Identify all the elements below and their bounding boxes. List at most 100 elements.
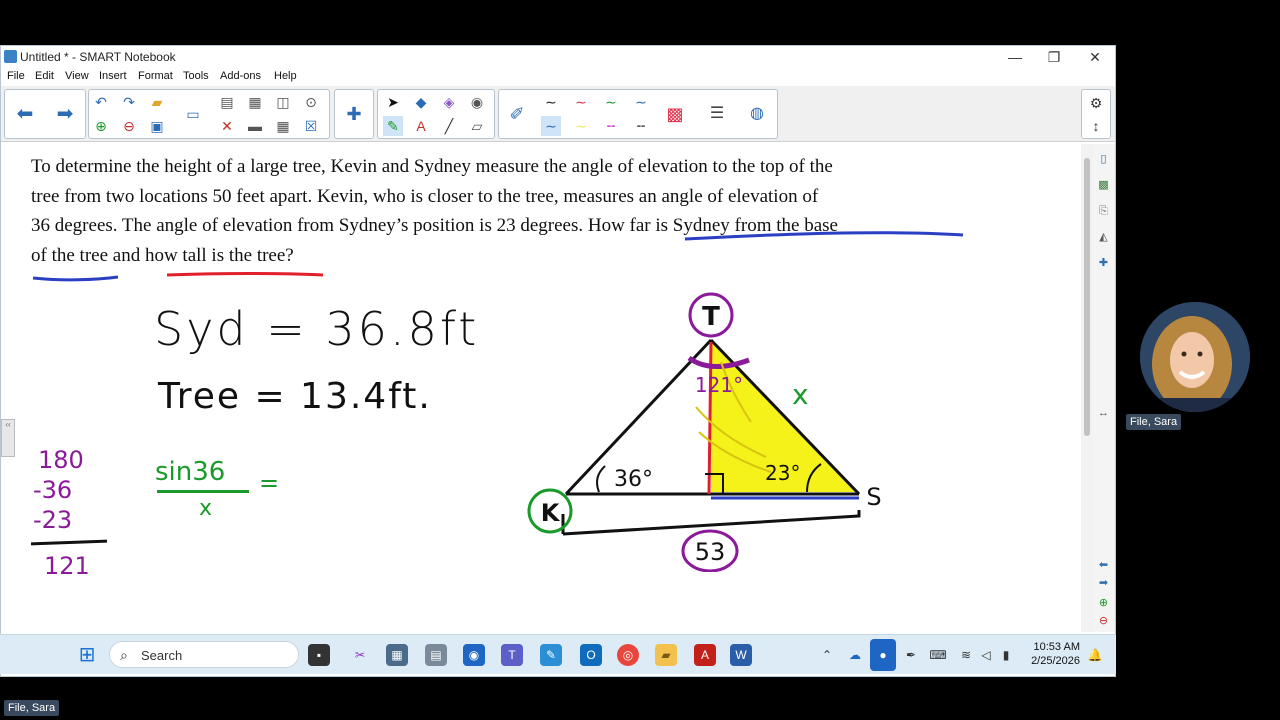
outlook-icon[interactable]: O — [580, 644, 602, 666]
menu-format[interactable]: Format — [138, 70, 173, 82]
menu-view[interactable]: View — [65, 70, 89, 82]
task-view-icon[interactable]: ▪ — [308, 644, 330, 666]
microphone-icon[interactable]: ● — [870, 639, 896, 671]
pen-menu-icon[interactable]: ✒ — [900, 644, 922, 666]
prev-page-icon[interactable]: ⬅ — [1096, 558, 1111, 573]
save-icon[interactable]: ▣ — [147, 116, 167, 136]
windows-start-icon[interactable]: ⊞ — [76, 644, 98, 666]
delete-page-side-icon[interactable]: ⊖ — [1096, 614, 1111, 629]
pen-magenta-icon[interactable]: ╌ — [601, 116, 621, 136]
calc-divider — [30, 539, 108, 546]
undo-icon[interactable]: ↶ — [91, 92, 111, 112]
delete-page-icon[interactable]: ⊖ — [119, 116, 139, 136]
calc-line: -23 — [33, 506, 73, 534]
fraction-bar — [157, 490, 249, 493]
move-toolbar-icon[interactable]: ↕ — [1086, 116, 1106, 136]
menu-edit[interactable]: Edit — [35, 70, 54, 82]
color-palette-icon[interactable]: ▩ — [665, 104, 685, 124]
app-icon-3[interactable]: ◉ — [463, 644, 485, 666]
pen-blue-icon[interactable]: ∼ — [631, 92, 651, 112]
app-icon-2[interactable]: ▤ — [425, 644, 447, 666]
transparency-icon[interactable]: ◍ — [747, 104, 767, 124]
back-arrow-icon[interactable]: ⬅ — [15, 104, 35, 124]
keyboard-icon[interactable]: ⌨ — [927, 644, 949, 666]
battery-icon[interactable]: ▮ — [995, 644, 1017, 666]
menu-file[interactable]: File — [7, 70, 25, 82]
page-sorter-icon[interactable]: ▯ — [1096, 152, 1111, 167]
eraser-icon[interactable]: ▱ — [467, 116, 487, 136]
paste-icon[interactable]: ▤ — [217, 92, 237, 112]
attachments-icon[interactable]: ⎘ — [1096, 204, 1111, 219]
menu-help[interactable]: Help — [274, 70, 297, 82]
teams-icon[interactable]: T — [501, 644, 523, 666]
eraser-pen-icon[interactable]: ◈ — [439, 92, 459, 112]
acrobat-icon[interactable]: A — [694, 644, 716, 666]
close-doc-icon[interactable]: ☒ — [301, 116, 321, 136]
smart-notebook-taskbar-icon[interactable]: ✎ — [540, 644, 562, 666]
addons-icon[interactable]: ✚ — [1096, 256, 1111, 271]
bottom-name-tag: File, Sara — [4, 700, 60, 716]
notification-bell-icon[interactable]: 🔔 — [1084, 644, 1106, 666]
line-icon[interactable]: ╱ — [439, 116, 459, 136]
angle-s-label: 23° — [765, 461, 800, 485]
text-icon[interactable]: A — [411, 116, 431, 136]
resize-sidebar-icon[interactable]: ↔ — [1096, 406, 1111, 421]
properties-icon[interactable]: ◭ — [1096, 230, 1111, 245]
table-icon[interactable]: ▦ — [273, 116, 293, 136]
zoom-icon[interactable]: ⊙ — [301, 92, 321, 112]
open-folder-icon[interactable]: ▰ — [147, 92, 167, 112]
pen-red-icon[interactable]: ∼ — [571, 92, 591, 112]
screen-shade-icon[interactable]: ◫ — [273, 92, 293, 112]
taskbar-clock[interactable]: 10:53 AM 2/25/2026 — [1028, 640, 1080, 668]
menu-tools[interactable]: Tools — [183, 70, 209, 82]
pen-type-icon[interactable]: ✐ — [507, 104, 527, 124]
pens-icon[interactable]: ✎ — [383, 116, 403, 136]
menu-insert[interactable]: Insert — [99, 70, 127, 82]
line-style-icon[interactable]: ☰ — [707, 104, 727, 124]
snipping-tool-icon[interactable]: ✂ — [349, 644, 371, 666]
pen-lightblue-icon[interactable]: ∼ — [541, 116, 561, 136]
screenshot-icon[interactable]: ▦ — [245, 92, 265, 112]
title-bar: Untitled * - SMART Notebook — ❐ ✕ — [1, 46, 1115, 68]
file-explorer-icon[interactable]: ▰ — [655, 644, 677, 666]
answer-sydney: Syd = 36.8ft — [154, 302, 480, 356]
restore-button[interactable]: ❐ — [1034, 46, 1074, 68]
gear-icon[interactable]: ⚙ — [1086, 93, 1106, 113]
shapes-icon[interactable]: ◆ — [411, 92, 431, 112]
minimize-button[interactable]: — — [995, 46, 1035, 68]
close-button[interactable]: ✕ — [1075, 46, 1115, 68]
wifi-icon[interactable]: ≋ — [955, 644, 977, 666]
add-page-side-icon[interactable]: ⊕ — [1096, 596, 1111, 611]
display-icon[interactable]: ▭ — [183, 104, 203, 124]
screen-icon[interactable]: ▬ — [245, 116, 265, 136]
next-page-icon[interactable]: ➡ — [1096, 576, 1111, 591]
sin-equals: = — [259, 469, 280, 497]
pen-black-icon[interactable]: ∼ — [541, 92, 561, 112]
redo-icon[interactable]: ↷ — [119, 92, 139, 112]
add-page-icon[interactable]: ⊕ — [91, 116, 111, 136]
webcam-name-tag: File, Sara — [1126, 414, 1182, 430]
clock-time: 10:53 AM — [1033, 641, 1080, 653]
menu-addons[interactable]: Add-ons — [220, 70, 261, 82]
gallery-icon[interactable]: ▩ — [1096, 178, 1111, 193]
scrollbar-thumb[interactable] — [1084, 158, 1090, 436]
app-icon-1[interactable]: ▦ — [386, 644, 408, 666]
puzzle-icon[interactable]: ✚ — [344, 104, 364, 124]
pen-dashed-icon[interactable]: ╌ — [631, 116, 651, 136]
vertical-scrollbar[interactable] — [1081, 144, 1093, 632]
fill-icon[interactable]: ◉ — [467, 92, 487, 112]
pen-green-icon[interactable]: ∼ — [601, 92, 621, 112]
word-icon[interactable]: W — [730, 644, 752, 666]
chrome-icon[interactable]: ◎ — [617, 644, 639, 666]
onedrive-icon[interactable]: ☁ — [844, 644, 866, 666]
notebook-page[interactable]: To determine the height of a large tree,… — [1, 144, 1081, 632]
side-panel-toggle[interactable]: ‹‹ — [1, 419, 15, 457]
delete-icon[interactable]: ✕ — [217, 116, 237, 136]
pen-yellow-icon[interactable]: ∼ — [571, 116, 591, 136]
select-cursor-icon[interactable]: ➤ — [383, 92, 403, 112]
windows-taskbar: ⊞ ⌕ Search ▪ ✂ ▦ ▤ ◉ T ✎ O ◎ ▰ A W ⌃ ☁ ●… — [0, 634, 1116, 674]
chevron-up-icon[interactable]: ⌃ — [816, 644, 838, 666]
taskbar-search[interactable]: ⌕ Search — [109, 641, 299, 668]
forward-arrow-icon[interactable]: ➡ — [55, 104, 75, 124]
volume-icon[interactable]: ◁ — [975, 644, 997, 666]
